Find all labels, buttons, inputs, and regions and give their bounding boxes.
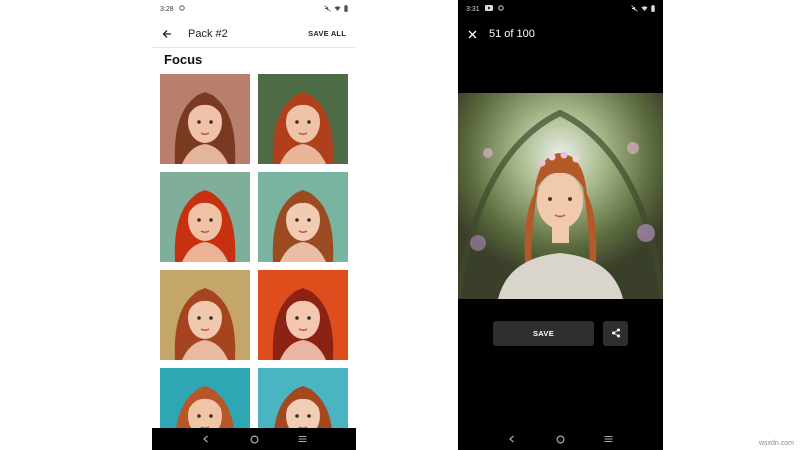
status-time: 3:31 bbox=[466, 5, 480, 13]
nav-home-icon[interactable] bbox=[550, 429, 570, 449]
status-icons bbox=[631, 4, 655, 14]
section-title: Focus bbox=[164, 52, 203, 67]
notification-icon bbox=[497, 5, 504, 13]
status-icons bbox=[324, 4, 348, 14]
thumbnail-portrait-5[interactable] bbox=[160, 270, 250, 360]
close-icon[interactable] bbox=[468, 30, 477, 39]
thumbnail-grid bbox=[160, 74, 350, 450]
nav-recents-icon[interactable] bbox=[599, 429, 619, 449]
generated-portrait-image bbox=[458, 93, 663, 299]
nav-back-icon[interactable] bbox=[502, 429, 522, 449]
system-nav-bar bbox=[458, 428, 663, 450]
battery-icon bbox=[651, 4, 655, 14]
nav-recents-icon[interactable] bbox=[292, 429, 312, 449]
mute-icon bbox=[324, 4, 331, 14]
nav-back-icon[interactable] bbox=[196, 429, 216, 449]
save-all-button[interactable]: SAVE ALL bbox=[308, 29, 346, 38]
app-bar: Pack #2 SAVE ALL bbox=[152, 20, 356, 48]
system-nav-bar bbox=[152, 428, 356, 450]
back-arrow-icon[interactable] bbox=[162, 29, 172, 39]
page-title: Pack #2 bbox=[188, 27, 228, 40]
notification-icon bbox=[178, 5, 185, 13]
youtube-icon bbox=[484, 5, 493, 13]
share-icon bbox=[611, 325, 621, 343]
nav-home-icon[interactable] bbox=[244, 429, 264, 449]
status-time: 3:28 bbox=[160, 5, 174, 13]
watermark: wsxdn.com bbox=[758, 440, 794, 447]
wifi-icon bbox=[641, 5, 648, 14]
save-button[interactable]: SAVE bbox=[493, 321, 594, 346]
pack-screen: 3:28 Pack #2 SAVE ALL Focus bbox=[152, 0, 356, 450]
status-bar: 3:31 bbox=[458, 0, 663, 18]
thumbnail-portrait-6[interactable] bbox=[258, 270, 348, 360]
battery-icon bbox=[344, 4, 348, 14]
mute-icon bbox=[631, 4, 638, 14]
share-button[interactable] bbox=[603, 321, 628, 346]
thumbnail-portrait-4[interactable] bbox=[258, 172, 348, 262]
thumbnail-portrait-2[interactable] bbox=[258, 74, 348, 164]
image-counter: 51 of 100 bbox=[489, 28, 535, 40]
viewer-app-bar: 51 of 100 bbox=[458, 20, 663, 48]
thumbnail-portrait-3[interactable] bbox=[160, 172, 250, 262]
thumbnail-portrait-1[interactable] bbox=[160, 74, 250, 164]
image-viewer-screen: 3:31 51 of 100 SAVE bbox=[458, 0, 663, 450]
wifi-icon bbox=[334, 5, 341, 14]
status-bar: 3:28 bbox=[152, 0, 356, 18]
